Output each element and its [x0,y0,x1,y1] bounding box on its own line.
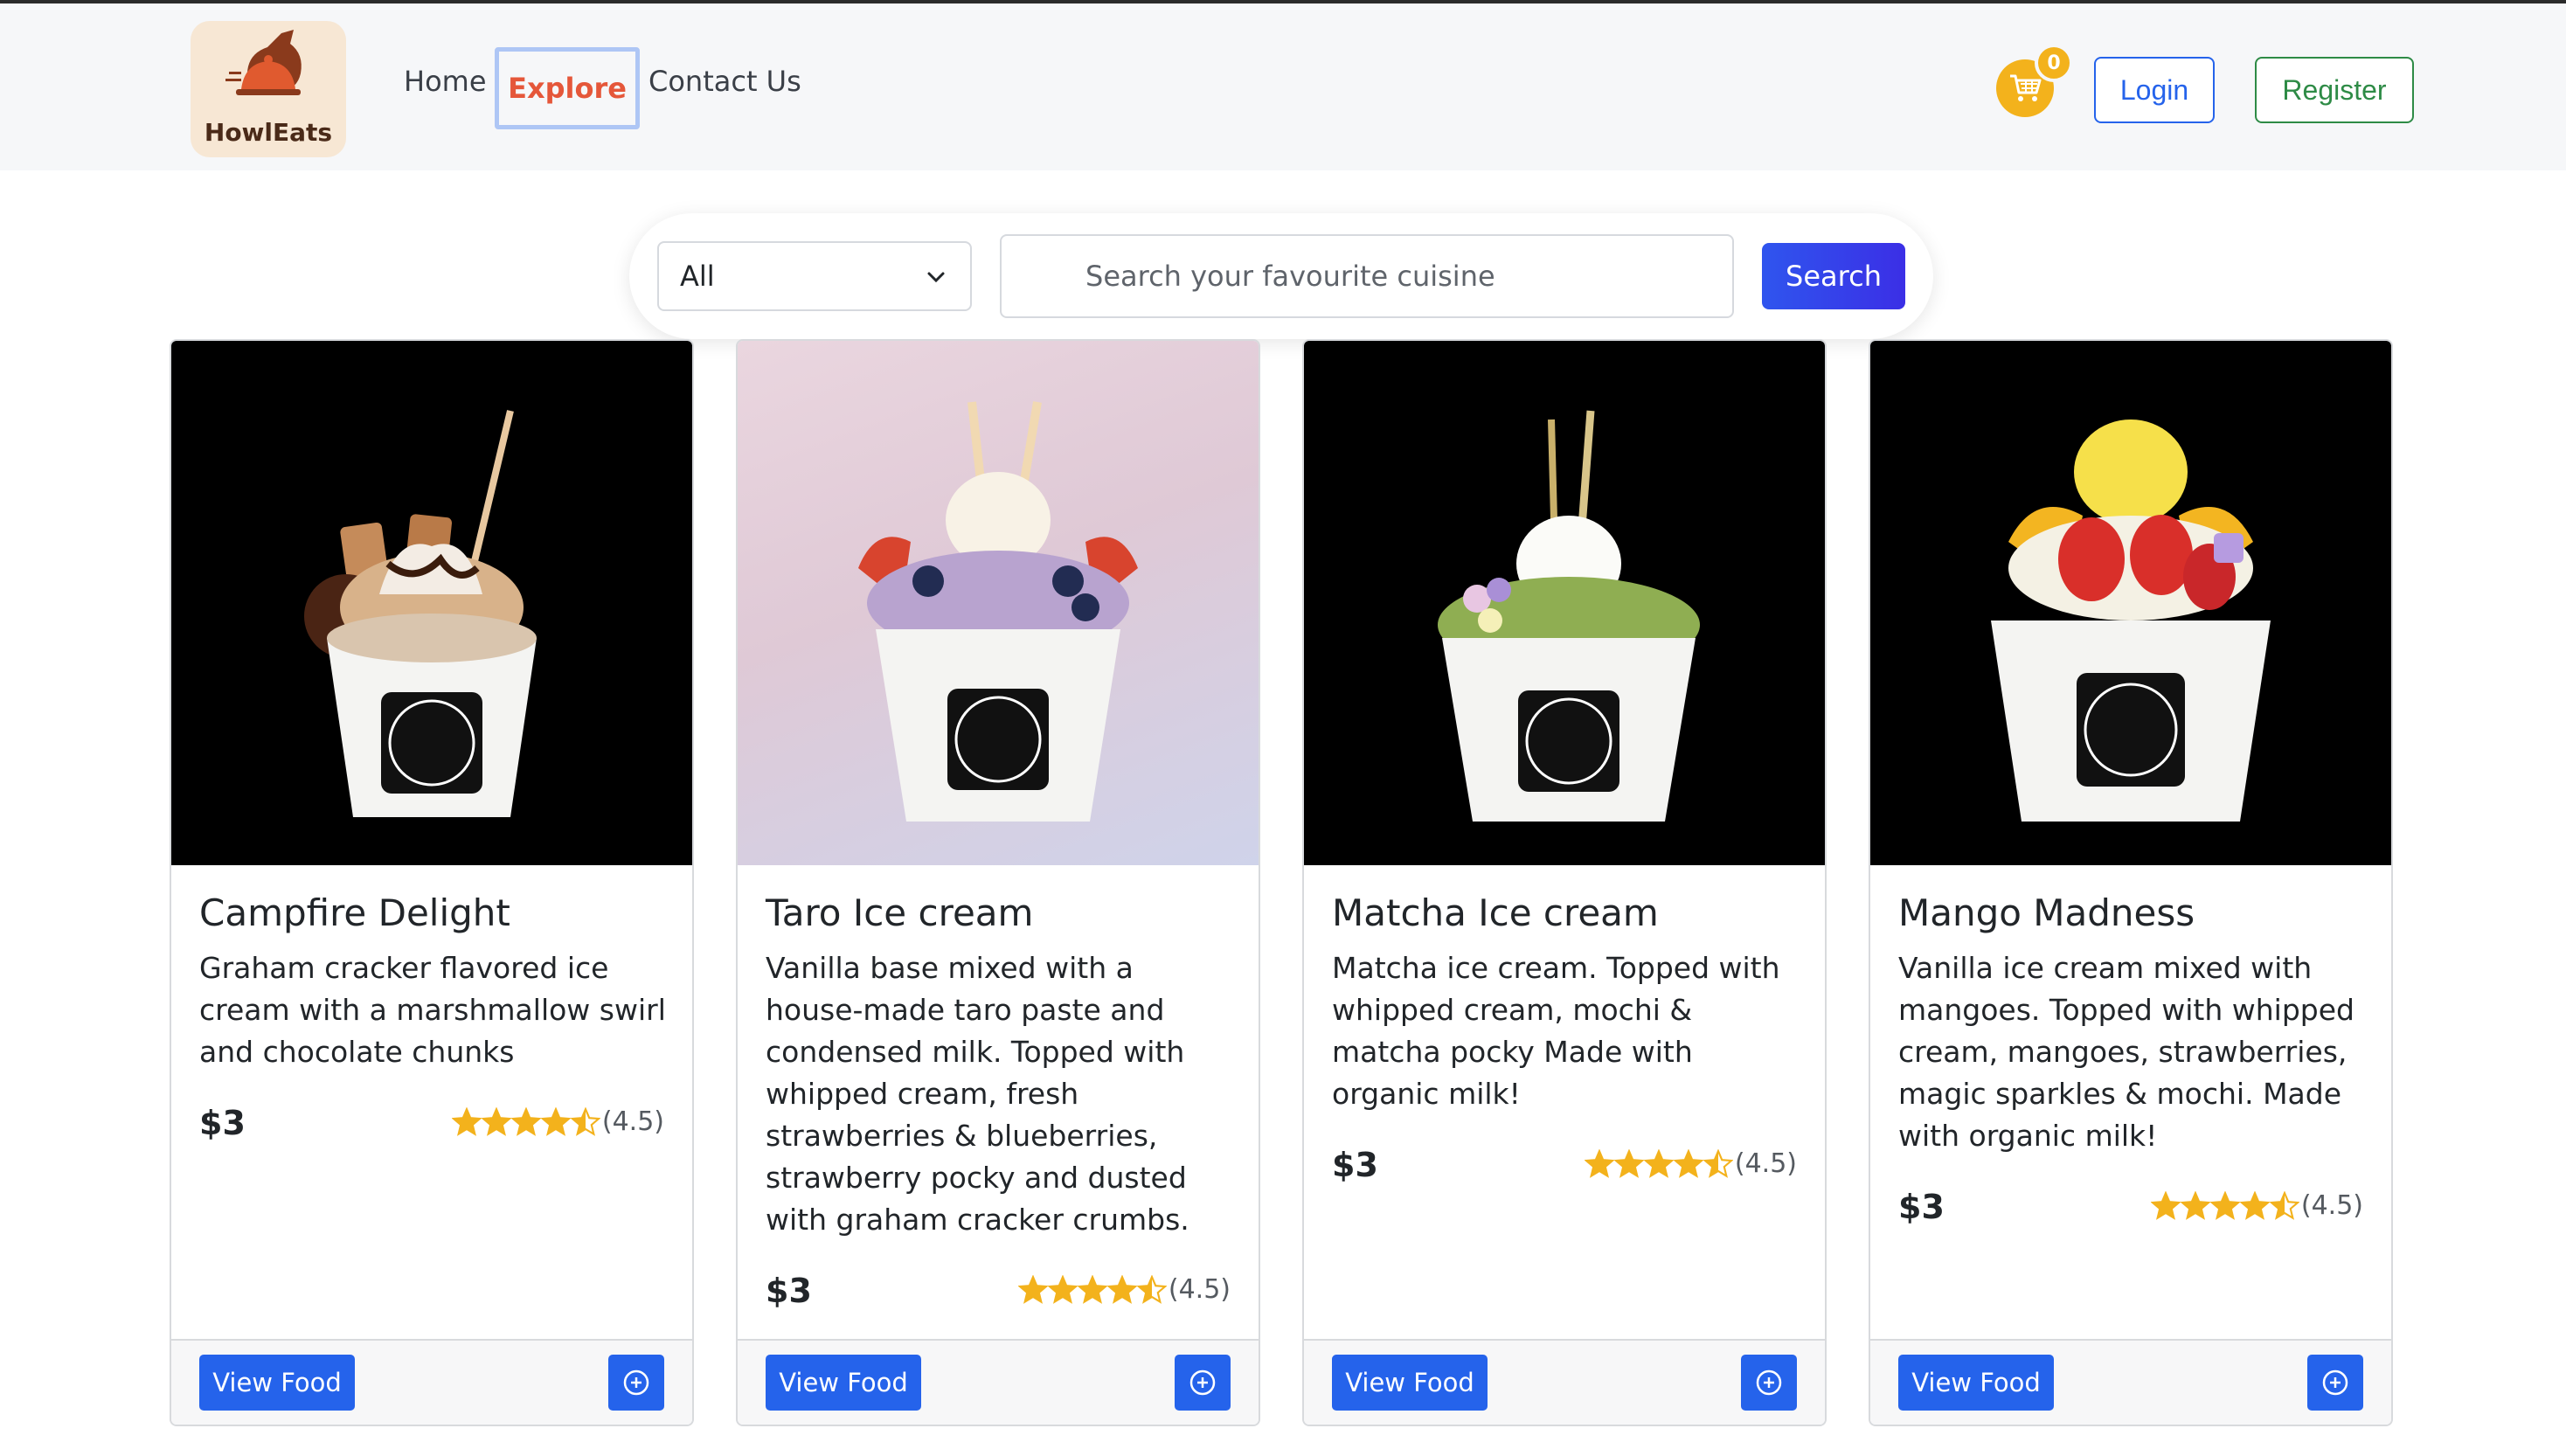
food-title: Matcha Ice cream [1332,891,1659,934]
star-half-icon [2269,1190,2299,1220]
cart-count-badge: 0 [2035,44,2073,82]
food-image[interactable] [1304,341,1825,865]
navbar: HowlEats Home Explore Contact Us 0 Login… [0,3,2566,170]
food-description: Matcha ice cream. Topped with whipped cr… [1332,951,1780,1111]
search-button[interactable]: Search [1762,243,1905,309]
rating-stars [1584,1148,1733,1179]
food-description: Graham cracker flavored ice cream with a… [199,951,666,1069]
nav-home[interactable]: Home [404,65,487,98]
rating-value: (4.5) [1168,1274,1231,1305]
add-to-cart-button[interactable] [1741,1355,1797,1411]
food-title: Mango Madness [1898,891,2195,934]
food-price: $3 [766,1272,812,1310]
card-footer: View Food [1870,1339,2391,1425]
category-select-value: All [680,260,715,293]
food-price: $3 [1332,1146,1378,1184]
view-food-button[interactable]: View Food [1898,1355,2054,1411]
search-input[interactable] [1000,234,1734,318]
ice-cream-cup-image [858,401,1138,822]
rating-value: (4.5) [1734,1148,1797,1179]
add-to-cart-button[interactable] [1175,1355,1231,1411]
rating-stars [451,1106,600,1137]
ice-cream-cup-image [1991,419,2271,822]
rating-value: (4.5) [601,1106,664,1137]
star-full-icon [1047,1274,1078,1304]
add-to-cart-button[interactable] [608,1355,664,1411]
food-rating: (4.5) [1017,1274,1231,1305]
star-full-icon [540,1106,571,1136]
food-rating: (4.5) [451,1106,664,1137]
ice-cream-cup-image [1438,410,1700,822]
food-card: Campfire Delight Graham cracker flavored… [170,339,694,1426]
star-full-icon [1643,1148,1674,1178]
food-description: Vanilla ice cream mixed with mangoes. To… [1898,951,2354,1153]
star-full-icon [1077,1274,1107,1304]
star-full-icon [1584,1148,1614,1178]
food-card: Matcha Ice cream Matcha ice cream. Toppe… [1302,339,1827,1426]
food-rating: (4.5) [1584,1148,1797,1179]
food-title: Campfire Delight [199,891,510,934]
star-full-icon [2239,1190,2270,1220]
wolf-cloche-icon [225,30,302,95]
plus-circle-icon [2322,1369,2348,1396]
food-image[interactable] [1870,341,2391,865]
food-rating: (4.5) [2150,1190,2363,1221]
plus-circle-icon [1189,1369,1216,1396]
star-full-icon [1017,1274,1048,1304]
food-card: Taro Ice cream Vanilla base mixed with a… [736,339,1260,1426]
ice-cream-cup-image [304,410,537,817]
card-footer: View Food [738,1339,1259,1425]
cart-icon [2010,74,2042,101]
register-button[interactable]: Register [2255,57,2414,123]
nav-explore[interactable]: Explore [495,47,640,129]
rating-stars [1017,1274,1167,1305]
star-half-icon [1136,1274,1167,1304]
nav-contact-us[interactable]: Contact Us [648,65,801,98]
chevron-down-icon [927,272,945,283]
star-half-icon [570,1106,600,1136]
star-full-icon [451,1106,482,1136]
plus-circle-icon [623,1369,649,1396]
card-footer: View Food [1304,1339,1825,1425]
view-food-button[interactable]: View Food [766,1355,921,1411]
card-footer: View Food [171,1339,692,1425]
food-image[interactable] [738,341,1259,865]
star-full-icon [2209,1190,2240,1220]
rating-value: (4.5) [2300,1190,2363,1221]
star-full-icon [2180,1190,2210,1220]
rating-stars [2150,1190,2299,1221]
star-full-icon [481,1106,511,1136]
plus-circle-icon [1756,1369,1782,1396]
star-half-icon [1703,1148,1733,1178]
login-button[interactable]: Login [2094,57,2215,123]
food-price: $3 [199,1104,246,1142]
food-title: Taro Ice cream [766,891,1034,934]
star-full-icon [1673,1148,1703,1178]
food-description: Vanilla base mixed with a house-made tar… [766,951,1189,1237]
category-select[interactable]: All [657,241,972,311]
add-to-cart-button[interactable] [2307,1355,2363,1411]
view-food-button[interactable]: View Food [1332,1355,1488,1411]
food-card: Mango Madness Vanilla ice cream mixed wi… [1869,339,2393,1426]
star-full-icon [2150,1190,2181,1220]
food-image[interactable] [171,341,692,865]
brand-logo[interactable]: HowlEats [191,21,346,157]
star-full-icon [1613,1148,1644,1178]
star-full-icon [1106,1274,1137,1304]
brand-name: HowlEats [204,118,333,147]
food-price: $3 [1898,1188,1945,1226]
view-food-button[interactable]: View Food [199,1355,355,1411]
star-full-icon [510,1106,541,1136]
